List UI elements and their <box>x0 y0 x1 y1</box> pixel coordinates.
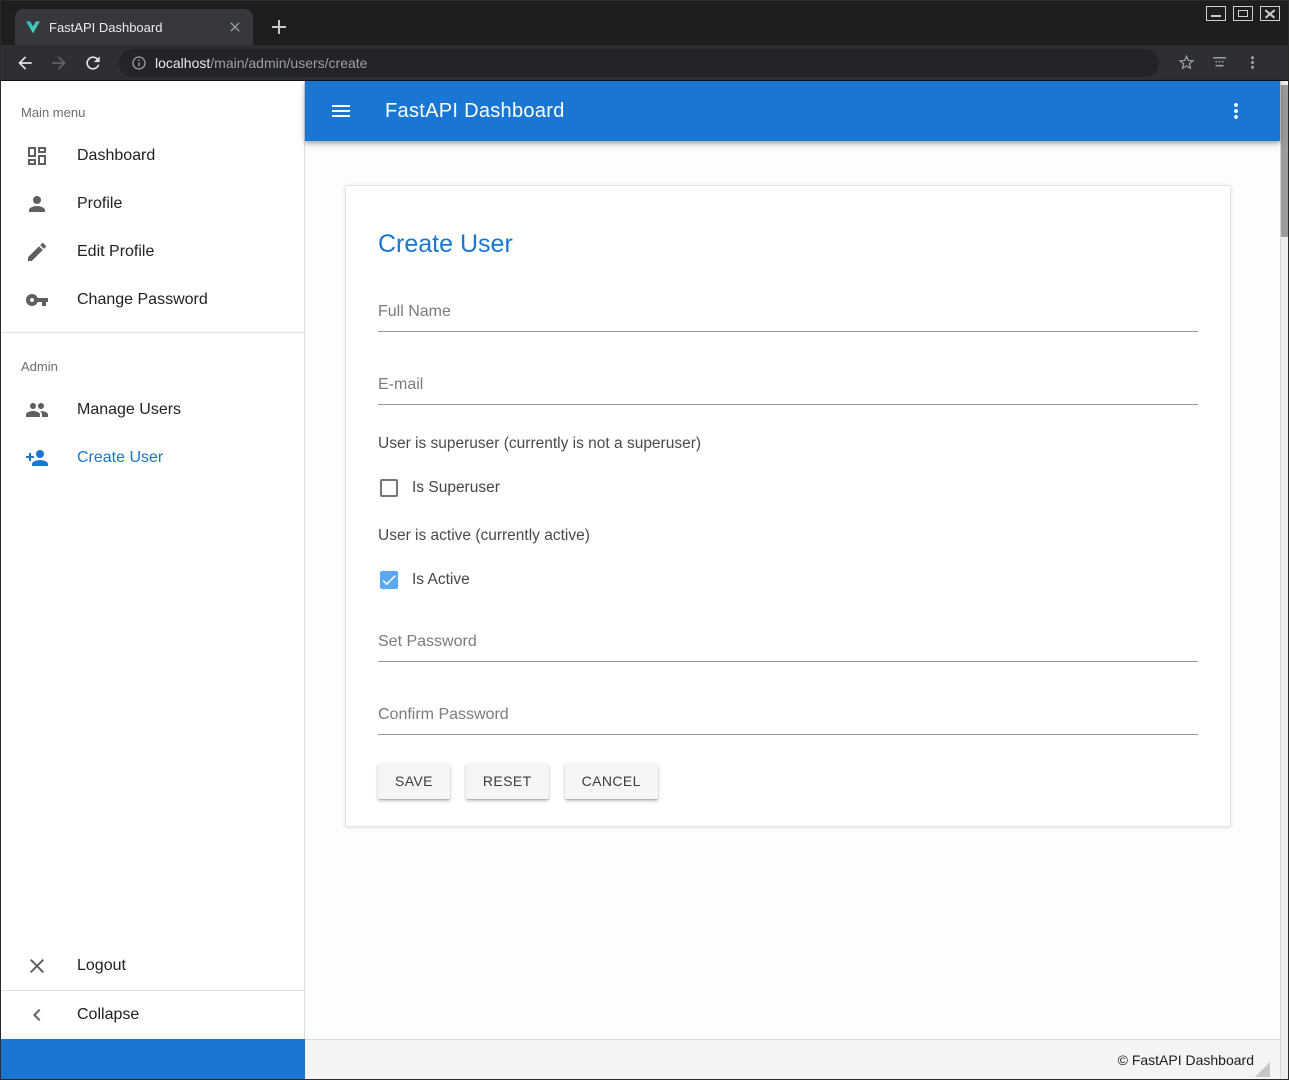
sidebar-section-main: Main menu <box>1 81 304 132</box>
tab-close-icon[interactable] <box>227 19 243 35</box>
sidebar-item-manage-users[interactable]: Manage Users <box>1 386 304 434</box>
sidebar-item-label: Logout <box>77 957 126 975</box>
is-active-label: Is Active <box>412 571 470 589</box>
is-superuser-checkbox[interactable] <box>380 479 398 497</box>
window-close-button[interactable] <box>1260 6 1280 21</box>
is-superuser-checkbox-row[interactable]: Is Superuser <box>378 479 1198 497</box>
url-bar[interactable]: localhost/main/admin/users/create <box>119 49 1159 77</box>
dashboard-icon <box>25 144 49 168</box>
sidebar-section-admin: Admin <box>1 341 304 386</box>
resize-grip[interactable] <box>1255 1062 1270 1077</box>
is-active-checkbox[interactable] <box>380 571 398 589</box>
sidebar-item-label: Dashboard <box>77 147 155 165</box>
app-bar: FastAPI Dashboard <box>305 81 1280 141</box>
close-icon <box>25 954 49 978</box>
sidebar-item-change-password[interactable]: Change Password <box>1 276 304 324</box>
app-sidebar: Main menu Dashboard Profile Edit Profile… <box>1 81 305 1039</box>
vuetify-favicon-icon <box>25 19 41 35</box>
sidebar-item-label: Manage Users <box>77 401 181 419</box>
sidebar-item-dashboard[interactable]: Dashboard <box>1 132 304 180</box>
superuser-hint: User is superuser (currently is not a su… <box>378 435 1198 453</box>
sidebar-item-create-user[interactable]: Create User <box>1 434 304 482</box>
sidebar-item-profile[interactable]: Profile <box>1 180 304 228</box>
sidebar-divider <box>1 332 304 333</box>
full-name-field-wrap <box>378 299 1198 332</box>
app-footer: © FastAPI Dashboard <box>305 1039 1280 1079</box>
browser-menu-kebab-icon[interactable] <box>1243 53 1262 72</box>
toolbar-right <box>1177 53 1262 72</box>
sidebar-item-collapse[interactable]: Collapse <box>1 991 304 1039</box>
back-icon[interactable] <box>15 53 35 73</box>
copyright-text: © FastAPI Dashboard <box>1118 1052 1254 1068</box>
sidebar-item-label: Collapse <box>77 1006 139 1024</box>
full-name-input[interactable] <box>378 299 1198 332</box>
scrollbar-thumb[interactable] <box>1281 85 1288 237</box>
page-info-icon[interactable] <box>131 55 147 71</box>
save-button[interactable]: SAVE <box>378 763 450 799</box>
sidebar-item-logout[interactable]: Logout <box>1 942 304 990</box>
email-field-wrap <box>378 372 1198 405</box>
window-controls <box>1206 6 1280 21</box>
person-icon <box>25 192 49 216</box>
hamburger-menu-icon[interactable] <box>329 99 353 123</box>
window-maximize-button[interactable] <box>1233 6 1253 21</box>
page-scrollbar[interactable] <box>1280 81 1288 1079</box>
password-input[interactable] <box>378 629 1198 662</box>
forward-icon[interactable] <box>49 53 69 73</box>
key-icon <box>25 288 49 312</box>
window-minimize-button[interactable] <box>1206 6 1226 21</box>
sidebar-item-label: Create User <box>77 449 163 467</box>
confirm-password-field-wrap <box>378 702 1198 735</box>
create-user-card: Create User User is superuser (currently… <box>345 185 1231 827</box>
browser-tab[interactable]: FastAPI Dashboard <box>15 9 253 45</box>
confirm-password-input[interactable] <box>378 702 1198 735</box>
sidebar-item-label: Profile <box>77 195 122 213</box>
person-add-icon <box>25 446 49 470</box>
sidebar-spacer <box>1 482 304 942</box>
sidebar-item-edit-profile[interactable]: Edit Profile <box>1 228 304 276</box>
appbar-kebab-icon[interactable] <box>1224 99 1248 123</box>
browser-titlebar: FastAPI Dashboard <box>1 1 1288 45</box>
form-buttons: SAVE RESET CANCEL <box>378 763 1198 799</box>
cancel-button[interactable]: CANCEL <box>565 763 658 799</box>
url-text: localhost/main/admin/users/create <box>155 55 367 71</box>
bookmark-star-icon[interactable] <box>1177 53 1196 72</box>
is-active-checkbox-row[interactable]: Is Active <box>378 571 1198 589</box>
browser-panel-icon[interactable] <box>1210 53 1229 72</box>
new-tab-icon[interactable] <box>267 15 291 39</box>
password-field-wrap <box>378 629 1198 662</box>
email-input[interactable] <box>378 372 1198 405</box>
url-host: localhost <box>155 55 210 71</box>
tab-title: FastAPI Dashboard <box>49 20 219 35</box>
main-content: Create User User is superuser (currently… <box>305 141 1280 1039</box>
reset-button[interactable]: RESET <box>466 763 549 799</box>
browser-toolbar: localhost/main/admin/users/create <box>1 45 1288 81</box>
sidebar-footer-accent <box>1 1039 305 1079</box>
sidebar-item-label: Edit Profile <box>77 243 154 261</box>
reload-icon[interactable] <box>83 53 103 73</box>
page-title: Create User <box>378 230 1198 259</box>
url-path: /main/admin/users/create <box>210 55 367 71</box>
people-icon <box>25 398 49 422</box>
chevron-left-icon <box>25 1003 49 1027</box>
is-superuser-label: Is Superuser <box>412 479 500 497</box>
pencil-icon <box>25 240 49 264</box>
active-hint: User is active (currently active) <box>378 527 1198 545</box>
app-title: FastAPI Dashboard <box>385 100 565 123</box>
sidebar-item-label: Change Password <box>77 291 208 309</box>
